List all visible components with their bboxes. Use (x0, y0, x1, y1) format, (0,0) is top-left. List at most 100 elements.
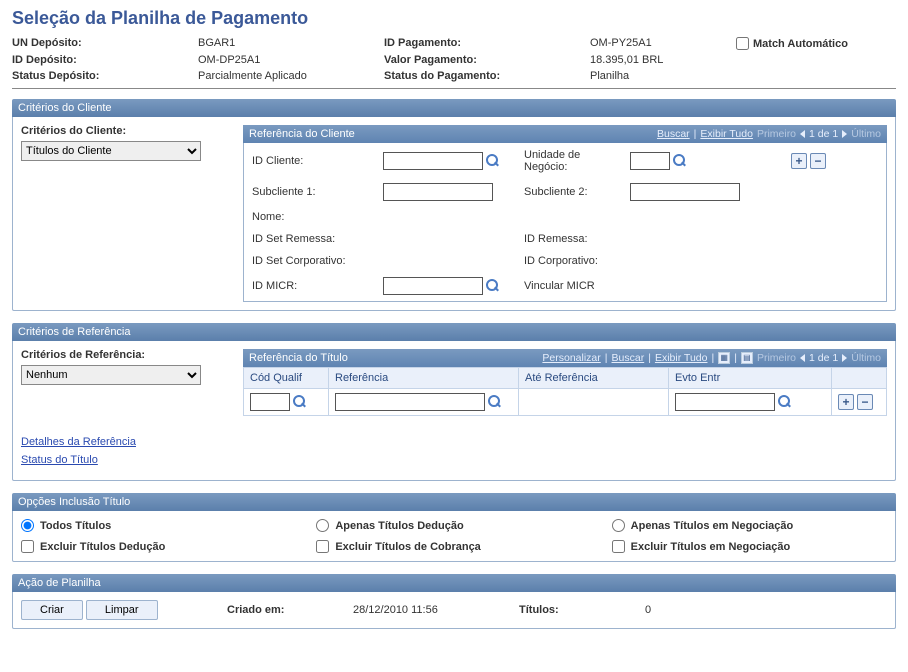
ref-titulo-personalizar-link[interactable]: Personalizar (542, 352, 600, 364)
col-evto-entr[interactable]: Evto Entr (669, 368, 832, 389)
subcliente1-input[interactable] (383, 183, 493, 201)
ref-cliente-exibir-tudo-link[interactable]: Exibir Tudo (700, 128, 753, 140)
page-title: Seleção da Planilha de Pagamento (12, 8, 896, 29)
divider (12, 88, 896, 89)
referencia-titulo-table: Cód Qualif Referência Até Referência Evt… (243, 367, 887, 416)
section-criterios-cliente-body: Critérios do Cliente: Títulos do Cliente… (12, 117, 896, 311)
criterios-referencia-label: Critérios de Referência: (21, 349, 231, 361)
add-row-button[interactable]: + (791, 153, 807, 169)
id-corp-label: ID Corporativo: (524, 255, 624, 267)
id-set-corp-label: ID Set Corporativo: (252, 255, 377, 267)
vincular-micr-label: Vincular MICR (524, 280, 846, 292)
titulos-label: Títulos: (519, 604, 639, 616)
unidade-negocio-input[interactable] (630, 152, 670, 170)
referencia-cliente-bar: Referência do Cliente Buscar| Exibir Tud… (243, 125, 887, 143)
search-icon[interactable] (486, 154, 501, 169)
ref-cliente-pager-text: 1 de 1 (809, 128, 838, 140)
remove-row-button[interactable]: − (810, 153, 826, 169)
apenas-deducao-radio[interactable] (316, 519, 329, 532)
section-criterios-cliente-header: Critérios do Cliente (12, 99, 896, 117)
chevron-right-icon[interactable] (842, 354, 847, 362)
ref-cliente-ultimo: Último (851, 128, 881, 140)
col-cod-qualif[interactable]: Cód Qualif (244, 368, 329, 389)
cod-qualif-input[interactable] (250, 393, 290, 411)
evto-entr-input[interactable] (675, 393, 775, 411)
un-deposito-label: UN Depósito: (12, 37, 192, 50)
remove-row-button[interactable]: − (857, 394, 873, 410)
id-pagamento-value: OM-PY25A1 (590, 37, 730, 50)
opt-excluir-cobranca[interactable]: Excluir Títulos de Cobrança (316, 540, 591, 553)
criado-em-value: 28/12/2010 11:56 (353, 604, 513, 616)
search-icon[interactable] (486, 279, 501, 294)
section-criterios-referencia-body: Critérios de Referência: Nenhum Referênc… (12, 341, 896, 481)
subcliente2-input[interactable] (630, 183, 740, 201)
status-titulo-link[interactable]: Status do Título (21, 454, 887, 466)
excluir-negociacao-checkbox[interactable] (612, 540, 625, 553)
col-ate-referencia[interactable]: Até Referência (519, 368, 669, 389)
valor-pagamento-value: 18.395,01 BRL (590, 54, 730, 66)
search-icon[interactable] (488, 395, 503, 410)
status-deposito-label: Status Depósito: (12, 70, 192, 82)
ref-cliente-buscar-link[interactable]: Buscar (657, 128, 690, 140)
excluir-deducao-checkbox[interactable] (21, 540, 34, 553)
subcliente2-label: Subcliente 2: (524, 186, 624, 198)
todos-titulos-radio[interactable] (21, 519, 34, 532)
titulos-value: 0 (645, 604, 745, 616)
id-deposito-value: OM-DP25A1 (198, 54, 378, 66)
referencia-titulo-bar: Referência do Título Personalizar| Busca… (243, 349, 887, 367)
status-deposito-value: Parcialmente Aplicado (198, 70, 378, 82)
unidade-negocio-label: Unidade de Negócio: (524, 149, 624, 173)
id-cliente-input[interactable] (383, 152, 483, 170)
id-pagamento-label: ID Pagamento: (384, 37, 584, 50)
zoom-icon[interactable]: ▦ (718, 352, 730, 364)
status-pagamento-label: Status do Pagamento: (384, 70, 584, 82)
excluir-cobranca-checkbox[interactable] (316, 540, 329, 553)
section-opcoes-inclusao-header: Opções Inclusão Título (12, 493, 896, 511)
match-automatico-checkbox[interactable] (736, 37, 749, 50)
match-automatico-label: Match Automático (753, 38, 848, 50)
opt-excluir-deducao[interactable]: Excluir Títulos Dedução (21, 540, 296, 553)
criterios-referencia-select[interactable]: Nenhum (21, 365, 201, 385)
col-referencia[interactable]: Referência (329, 368, 519, 389)
status-pagamento-value: Planilha (590, 70, 730, 82)
id-cliente-label: ID Cliente: (252, 155, 377, 167)
ref-titulo-pager-text: 1 de 1 (809, 352, 838, 364)
criar-button[interactable]: Criar (21, 600, 83, 620)
valor-pagamento-label: Valor Pagamento: (384, 54, 584, 66)
criterios-cliente-label: Critérios do Cliente: (21, 125, 231, 137)
detalhes-referencia-link[interactable]: Detalhes da Referência (21, 436, 887, 448)
add-row-button[interactable]: + (838, 394, 854, 410)
apenas-negociacao-radio[interactable] (612, 519, 625, 532)
search-icon[interactable] (673, 154, 688, 169)
header-summary: UN Depósito: BGAR1 ID Pagamento: OM-PY25… (12, 37, 896, 82)
nome-label: Nome: (252, 211, 377, 223)
referencia-input[interactable] (335, 393, 485, 411)
ref-titulo-primeiro: Primeiro (757, 352, 796, 364)
opt-excluir-negociacao[interactable]: Excluir Títulos em Negociação (612, 540, 887, 553)
ate-referencia-cell (519, 389, 669, 416)
chevron-left-icon[interactable] (800, 130, 805, 138)
ref-cliente-primeiro: Primeiro (757, 128, 796, 140)
id-set-remessa-label: ID Set Remessa: (252, 233, 377, 245)
subcliente1-label: Subcliente 1: (252, 186, 377, 198)
section-opcoes-inclusao-body: Todos Títulos Apenas Títulos Dedução Ape… (12, 511, 896, 562)
search-icon[interactable] (778, 395, 793, 410)
ref-titulo-exibir-tudo-link[interactable]: Exibir Tudo (655, 352, 708, 364)
chevron-left-icon[interactable] (800, 354, 805, 362)
id-remessa-label: ID Remessa: (524, 233, 624, 245)
criterios-cliente-select[interactable]: Títulos do Cliente (21, 141, 201, 161)
opt-apenas-negociacao[interactable]: Apenas Títulos em Negociação (612, 519, 887, 532)
id-micr-label: ID MICR: (252, 280, 377, 292)
table-row: + − (244, 389, 887, 416)
search-icon[interactable] (293, 395, 308, 410)
ref-titulo-buscar-link[interactable]: Buscar (612, 352, 645, 364)
chevron-right-icon[interactable] (842, 130, 847, 138)
section-acao-planilha-header: Ação de Planilha (12, 574, 896, 592)
grid-icon[interactable]: ▤ (741, 352, 753, 364)
section-criterios-referencia-header: Critérios de Referência (12, 323, 896, 341)
opt-apenas-deducao[interactable]: Apenas Títulos Dedução (316, 519, 591, 532)
id-deposito-label: ID Depósito: (12, 54, 192, 66)
limpar-button[interactable]: Limpar (86, 600, 158, 620)
opt-todos-titulos[interactable]: Todos Títulos (21, 519, 296, 532)
id-micr-input[interactable] (383, 277, 483, 295)
